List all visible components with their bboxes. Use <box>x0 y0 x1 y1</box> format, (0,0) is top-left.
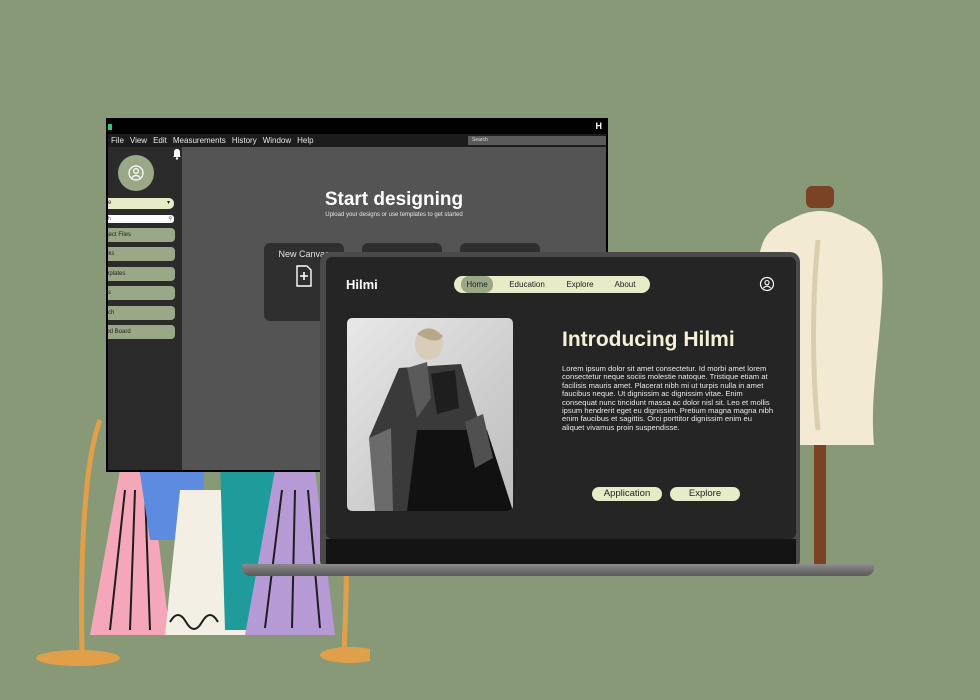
user-circle-icon[interactable] <box>759 276 775 292</box>
explore-button[interactable]: Explore <box>670 487 740 501</box>
window-status-dot <box>108 124 112 130</box>
main-nav: Home Education Explore About <box>454 276 650 293</box>
search-icon: ⚲ <box>168 216 172 222</box>
hero-image <box>347 318 513 511</box>
hero-title: Introducing Hilmi <box>562 328 735 351</box>
sidebar-item-5[interactable]: ch <box>108 306 175 320</box>
menu-view[interactable]: View <box>127 134 150 147</box>
menu-edit[interactable]: Edit <box>150 134 170 147</box>
app-titlebar: H <box>108 120 606 134</box>
model-photo-graphic <box>369 328 513 511</box>
menu-history[interactable]: History <box>229 134 260 147</box>
app-logo-icon: H <box>595 121 603 131</box>
start-subtitle: Upload your designs or use templates to … <box>325 212 463 218</box>
menu-measurements[interactable]: Measurements <box>170 134 229 147</box>
start-title: Start designing <box>324 189 464 210</box>
sidebar-item-packs[interactable]: Packs <box>108 247 175 261</box>
sidebar-item-mood-board[interactable]: Mood Board <box>108 325 175 339</box>
sidebar-item-project-files[interactable]: Project Files <box>108 228 175 242</box>
hero-description: Lorem ipsum dolor sit amet consectetur. … <box>562 364 774 432</box>
avatar[interactable] <box>118 155 154 191</box>
brand-logo[interactable]: Hilmi <box>346 277 378 292</box>
nav-education[interactable]: Education <box>502 276 552 293</box>
menu-window[interactable]: Window <box>260 134 294 147</box>
sidebar-dropdown-value: e <box>108 200 112 206</box>
sidebar-dropdown[interactable]: e ▾ <box>108 198 174 209</box>
menu-bar: File View Edit Measurements History Window Hel… <box>108 134 606 147</box>
sidebar-search-placeholder: h <box>108 216 111 222</box>
nav-about[interactable]: About <box>606 276 644 293</box>
menu-help[interactable]: Help <box>294 134 316 147</box>
sidebar-item-templates[interactable]: Templates <box>108 267 175 281</box>
new-file-icon <box>296 265 312 287</box>
bell-icon[interactable] <box>172 148 182 160</box>
sidebar-search-input[interactable]: h ⚲ <box>108 215 174 223</box>
nav-explore[interactable]: Explore <box>558 276 602 293</box>
application-button[interactable]: Application <box>592 487 662 501</box>
laptop-keyboard-area <box>326 539 796 564</box>
nav-home[interactable]: Home <box>461 276 493 293</box>
laptop-base <box>242 564 874 576</box>
hilmi-website: Hilmi Introducing Hilmi Lorem ipsum dolo… <box>326 257 796 539</box>
menu-file[interactable]: File <box>108 134 127 147</box>
app-sidebar: e ▾ h ⚲ Project Files Packs Templates s … <box>108 147 182 470</box>
chevron-down-icon: ▾ <box>166 200 170 206</box>
search-input[interactable]: Search <box>468 136 606 145</box>
sidebar-item-4[interactable]: s <box>108 286 175 300</box>
user-circle-icon <box>128 165 144 181</box>
